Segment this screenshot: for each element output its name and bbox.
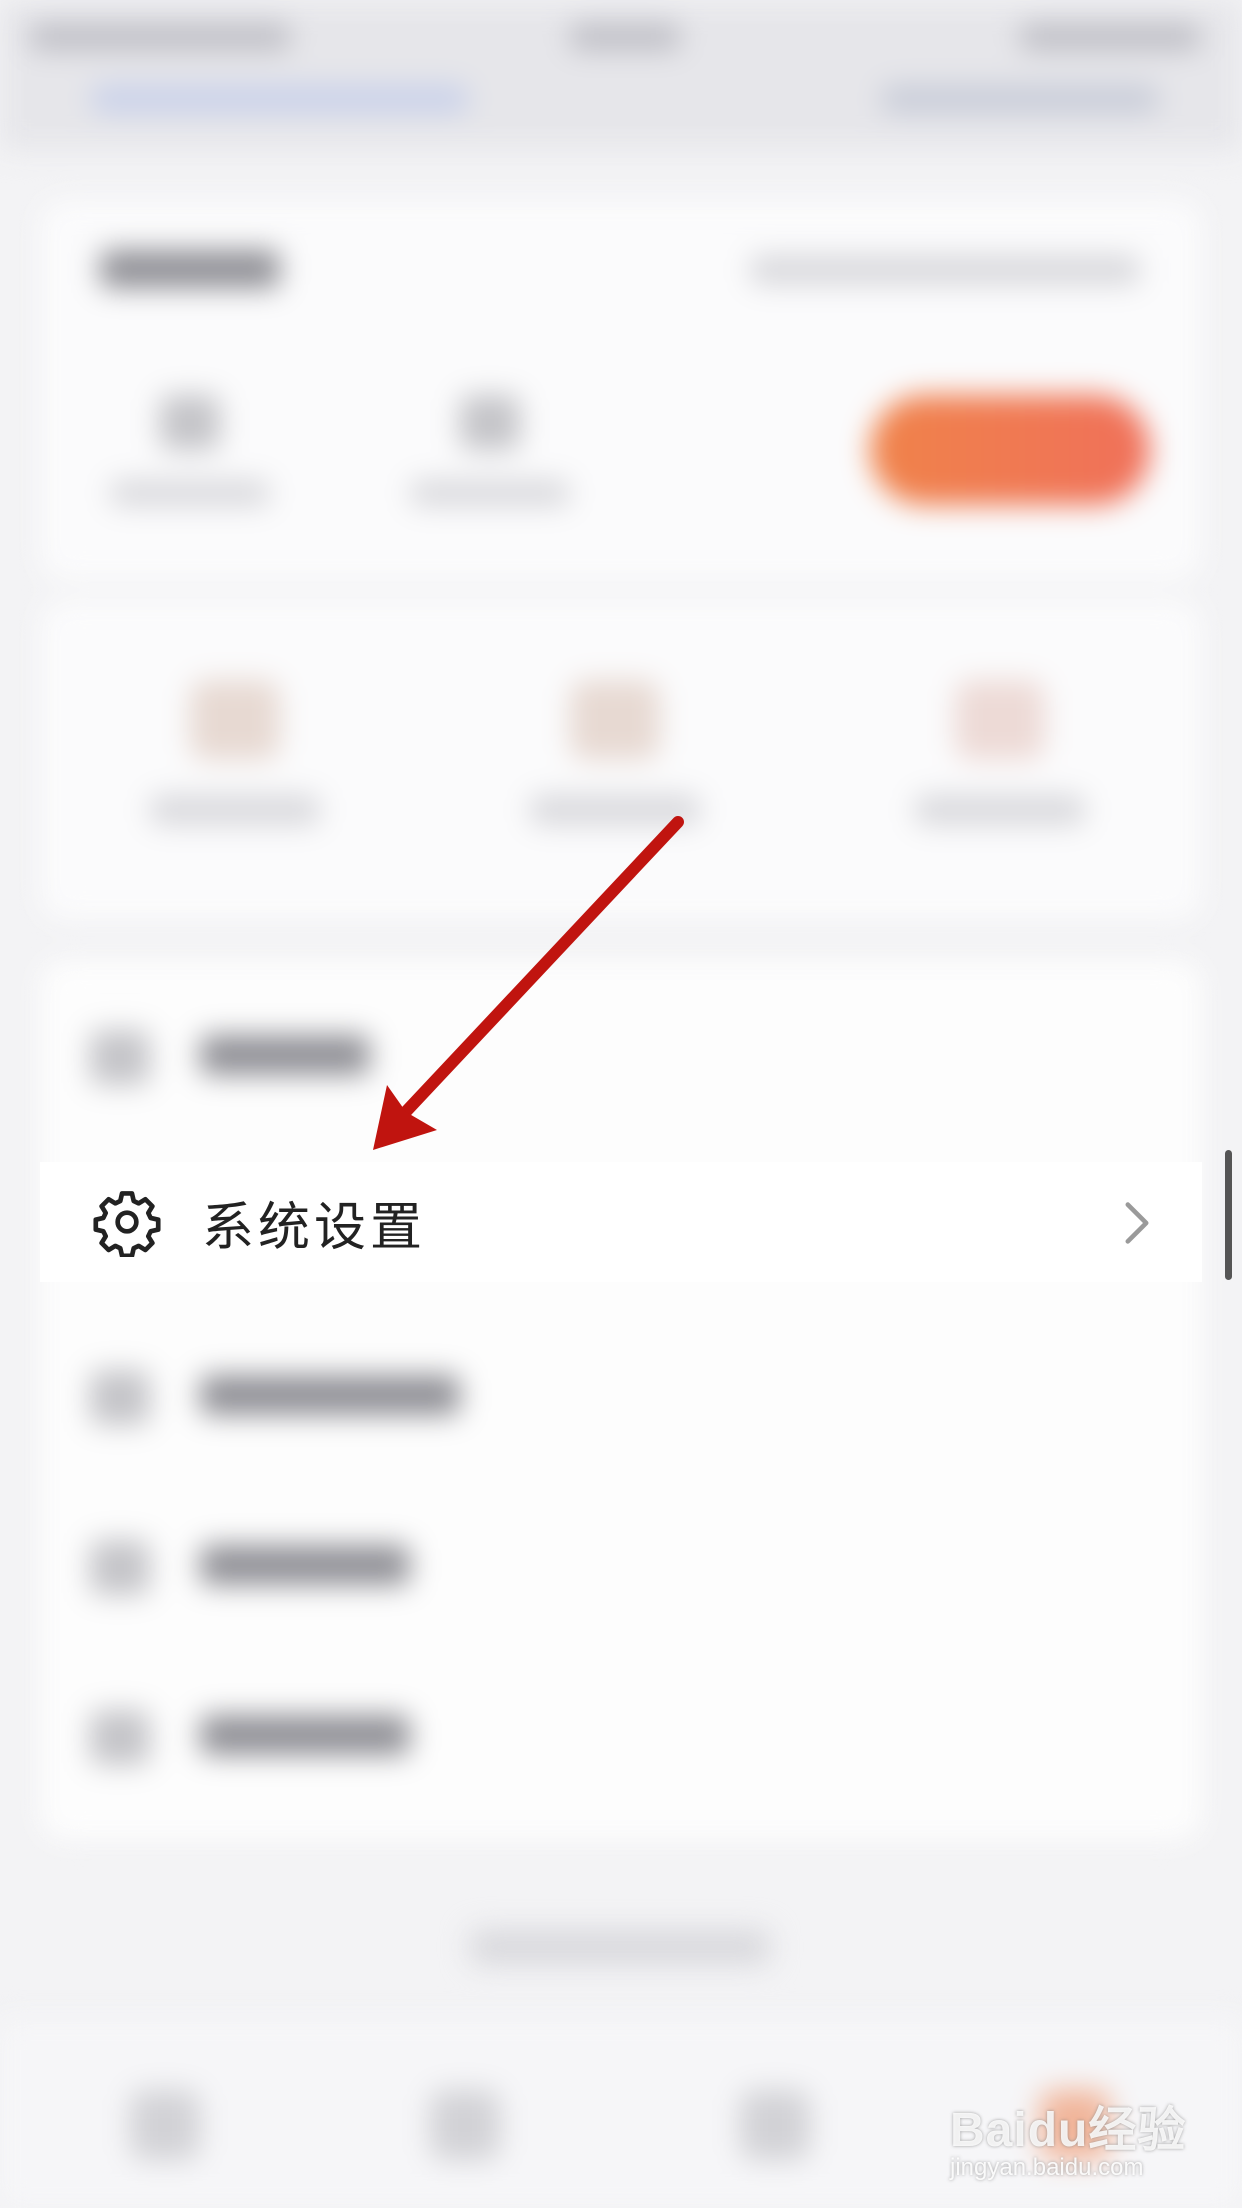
menu-label-5 bbox=[200, 1715, 410, 1755]
status-bar bbox=[0, 0, 1242, 150]
status-bar-clock bbox=[570, 24, 680, 50]
gear-icon bbox=[93, 1191, 161, 1257]
header-strip-left bbox=[90, 85, 470, 113]
menu-label-3 bbox=[200, 1375, 460, 1415]
tab-icon-1[interactable] bbox=[130, 2090, 200, 2160]
blurred-background bbox=[0, 0, 1242, 2208]
settings-row[interactable]: 系统设置 bbox=[40, 1162, 1202, 1282]
account-card-title bbox=[100, 250, 280, 288]
tab-icon-2[interactable] bbox=[430, 2090, 500, 2160]
account-icon-1 bbox=[160, 395, 220, 450]
account-card-subtitle bbox=[750, 255, 1140, 285]
header-strip-right bbox=[880, 85, 1160, 113]
orange-action-button[interactable] bbox=[870, 395, 1150, 505]
shortcut-icon-2 bbox=[570, 680, 660, 760]
menu-list-card bbox=[40, 960, 1202, 1840]
shortcut-label-1 bbox=[150, 795, 320, 825]
menu-icon-4 bbox=[90, 1540, 150, 1595]
chevron-right-icon bbox=[1125, 1202, 1149, 1244]
baidu-jingyan-watermark: Baidu经验 jingyan.baidu.com bbox=[950, 2090, 1220, 2200]
scrollbar-thumb[interactable] bbox=[1225, 1150, 1232, 1280]
menu-icon-1 bbox=[90, 1030, 150, 1085]
watermark-main-text: Baidu经验 bbox=[950, 2104, 1187, 2157]
menu-icon-5 bbox=[90, 1710, 150, 1765]
menu-label-1 bbox=[200, 1035, 370, 1075]
shortcut-card bbox=[40, 600, 1202, 920]
account-card bbox=[40, 200, 1202, 580]
account-icon-2 bbox=[460, 395, 520, 450]
status-bar-right bbox=[1020, 24, 1200, 50]
account-label-1 bbox=[110, 480, 270, 506]
watermark-url-text: jingyan.baidu.com bbox=[950, 2154, 1144, 2181]
shortcut-label-2 bbox=[530, 795, 700, 825]
shortcut-icon-1 bbox=[190, 680, 280, 760]
menu-label-4 bbox=[200, 1545, 410, 1585]
menu-icon-3 bbox=[90, 1370, 150, 1425]
settings-row-label: 系统设置 bbox=[202, 1197, 427, 1258]
tab-icon-3[interactable] bbox=[740, 2090, 810, 2160]
shortcut-label-3 bbox=[915, 795, 1085, 825]
shortcut-icon-3 bbox=[955, 680, 1045, 760]
footer-text bbox=[470, 1930, 770, 1964]
account-label-2 bbox=[410, 480, 570, 506]
status-bar-left bbox=[30, 24, 290, 50]
